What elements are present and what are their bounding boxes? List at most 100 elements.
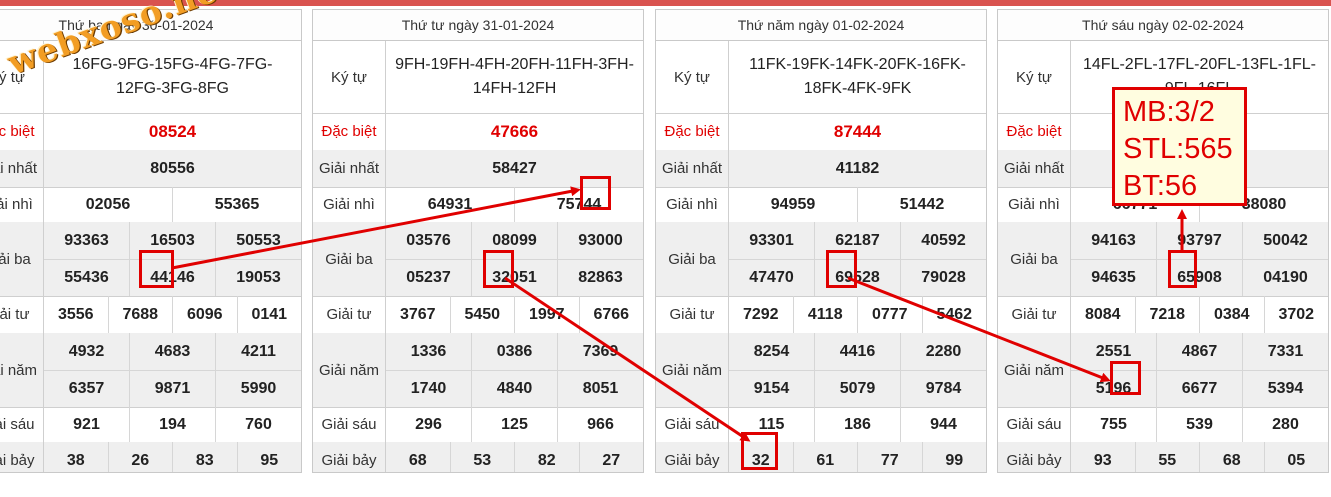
prize-values: 93 55 68 05 [1071, 442, 1328, 472]
prize-row-kytu: Ký tự 11FK-19FK-14FK-20FK-16FK-18FK-4FK-9… [656, 41, 986, 114]
prize-label: Ký tự [656, 41, 729, 113]
prize-number: 19053 [236, 268, 281, 286]
prize-number: 55436 [44, 259, 130, 296]
prize-number: 05 [1287, 451, 1306, 469]
prize-values: 8084 7218 0384 3702 [1071, 296, 1328, 333]
prize-row-g6: Giải sáu 115 186 944 [656, 407, 986, 443]
value-line: 1740 4840 8051 [386, 370, 643, 407]
prize-number: 82 [515, 442, 580, 472]
highlight-box [826, 250, 857, 288]
value-line: 87444 [729, 113, 986, 150]
prize-row-g5: Giải năm 2551 4867 7331 5196 6677 5394 [998, 333, 1328, 408]
prize-label: Giải tư [0, 296, 44, 333]
prize-row-g5: Giải năm49324683 4211 63579871 5990 [0, 333, 301, 408]
value-line: 02056 55365 [44, 187, 301, 222]
prize-number: 3702 [1278, 305, 1315, 323]
prize-number: 5462 [936, 305, 973, 323]
prize-row-g1: Giải nhất 80556 [0, 150, 301, 188]
value-line: 05237 32051 82863 [386, 259, 643, 296]
prize-number: 82863 [578, 268, 623, 286]
value-line: 755 539 280 [1071, 407, 1328, 442]
prize-number: 68 [1200, 442, 1265, 472]
prize-number: 9784 [925, 379, 962, 397]
prize-number: 38 [44, 442, 109, 472]
value-line: 296 125 966 [386, 407, 643, 442]
prize-label: Giải sáu [0, 407, 44, 442]
prize-label: Giải nhì [313, 187, 386, 222]
prize-number: 4211 [241, 342, 276, 360]
prize-number: 83 [173, 442, 238, 472]
prize-row-db: Đặc biệt 47666 [313, 113, 643, 151]
prize-values: 296 125 966 [386, 407, 643, 442]
prize-number: 99 [945, 451, 964, 469]
prize-number: 1997 [515, 296, 580, 333]
results-panel: Thứ ba ngày 30-01-2024Ký tự16FG-9FG-15FG… [0, 9, 302, 473]
prize-number: 4118 [794, 296, 858, 333]
prize-row-db: Đặc biệt 87444 [656, 113, 986, 151]
prize-label: Giải tư [998, 296, 1071, 333]
prize-number: 51442 [899, 195, 945, 213]
prize-number: 5079 [815, 370, 901, 407]
prize-number: 4840 [472, 370, 558, 407]
prize-number: 47666 [490, 121, 539, 141]
prize-row-g1: Giải nhất 41182 [656, 150, 986, 188]
panel-date-title: Thứ tư ngày 31-01-2024 [313, 10, 643, 41]
prize-number: 02056 [44, 187, 173, 222]
prize-number: 539 [1157, 407, 1243, 442]
prize-number: 95 [260, 451, 279, 469]
value-line: 41182 [729, 150, 986, 187]
prize-row-db: Đặc biệt 08524 [0, 113, 301, 151]
prize-label: Giải ba [656, 222, 729, 296]
prize-number: 755 [1071, 407, 1157, 442]
kytu-code: 9FH-19FH-4FH-20FH-11FH-3FH-14FH-12FH [395, 56, 634, 97]
prize-number: 5990 [240, 379, 277, 397]
prize-values: 94959 51442 [729, 187, 986, 222]
prize-values: 11FK-19FK-14FK-20FK-16FK-18FK-4FK-9FK [729, 41, 986, 113]
value-line: 94959 51442 [729, 187, 986, 222]
value-line: 94635 65908 04190 [1071, 259, 1328, 296]
stat-callout: MB:3/2 STL:565 BT:56 [1112, 87, 1247, 206]
prize-row-g4: Giải tư 3767 5450 1997 6766 [313, 296, 643, 334]
prize-values: 38 26 83 95 [44, 442, 301, 472]
prize-values: 68 53 82 27 [386, 442, 643, 472]
prize-number: 2280 [925, 342, 962, 360]
prize-row-g5: Giải năm 1336 0386 7369 1740 4840 8051 [313, 333, 643, 408]
value-line: 94163 93797 50042 [1071, 222, 1328, 260]
prize-values: 4932 4683 4211 6357 9871 5990 [44, 333, 301, 407]
prize-label: Đặc biệt [313, 113, 386, 150]
prize-number: 05237 [386, 259, 472, 296]
prize-row-g3: Giải ba 03576 08099 93000 05237 32051 82863 [313, 222, 643, 297]
prize-label: Giải tư [313, 296, 386, 333]
prize-number: 08524 [148, 121, 197, 141]
prize-number: 93 [1071, 442, 1136, 472]
panel-date-title: Thứ năm ngày 01-02-2024 [656, 10, 986, 41]
value-line: 3767 5450 1997 6766 [386, 296, 643, 333]
prize-number: 27 [602, 451, 621, 469]
prize-label: Giải ba [0, 222, 44, 296]
prize-number: 94163 [1071, 222, 1157, 259]
prize-row-g3: Giải ba 93301 62187 40592 47470 69528 79028 [656, 222, 986, 297]
prize-number: 75744 [556, 195, 602, 213]
prize-number: 8254 [729, 333, 815, 370]
highlight-box [1110, 361, 1141, 395]
prize-label: Đặc biệt [0, 113, 44, 150]
panel-date-title: Thứ sáu ngày 02-02-2024 [998, 10, 1328, 41]
prize-values: 87444 [729, 113, 986, 150]
prize-row-kytu: Ký tự 9FH-19FH-4FH-20FH-11FH-3FH-14FH-12F… [313, 41, 643, 114]
callout-mb: MB:3/2 [1123, 96, 1215, 128]
prize-row-g4: Giải tư 7292 4118 0777 5462 [656, 296, 986, 334]
prize-values: 03576 08099 93000 05237 32051 82863 [386, 222, 643, 296]
prize-row-g6: Giải sáu921194 760 [0, 407, 301, 443]
prize-number: 1336 [386, 333, 472, 370]
value-line: 93301 62187 40592 [729, 222, 986, 260]
prize-values: 8254 4416 2280 9154 5079 9784 [729, 333, 986, 407]
prize-number: 79028 [921, 268, 966, 286]
kytu-code: 11FK-19FK-14FK-20FK-16FK-18FK-4FK-9FK [749, 56, 966, 97]
value-line: 7292 4118 0777 5462 [729, 296, 986, 333]
prize-label: Giải bảy [313, 442, 386, 472]
prize-number: 50042 [1263, 231, 1308, 249]
prize-number: 125 [472, 407, 558, 442]
prize-label: Giải sáu [656, 407, 729, 442]
prize-number: 80556 [150, 159, 195, 177]
prize-number: 53 [451, 442, 515, 472]
